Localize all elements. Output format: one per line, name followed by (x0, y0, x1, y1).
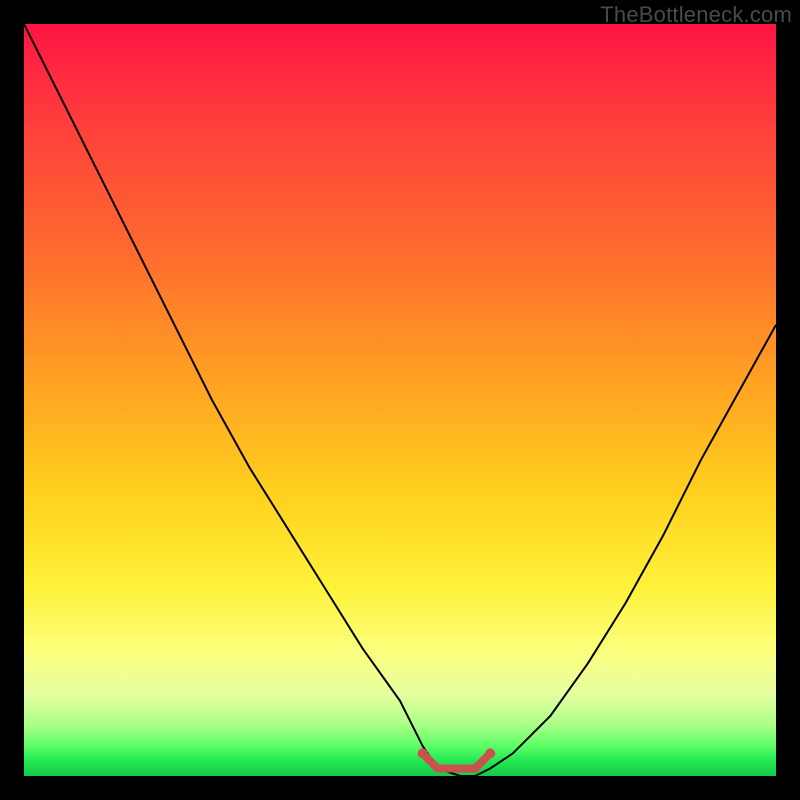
bottleneck-band-path (423, 753, 491, 768)
band-end-left (418, 748, 428, 758)
bottleneck-chart-svg (24, 24, 776, 776)
chart-frame: TheBottleneck.com (0, 0, 800, 800)
bottleneck-curve-path (24, 24, 776, 776)
band-end-right (485, 748, 495, 758)
plot-area (24, 24, 776, 776)
